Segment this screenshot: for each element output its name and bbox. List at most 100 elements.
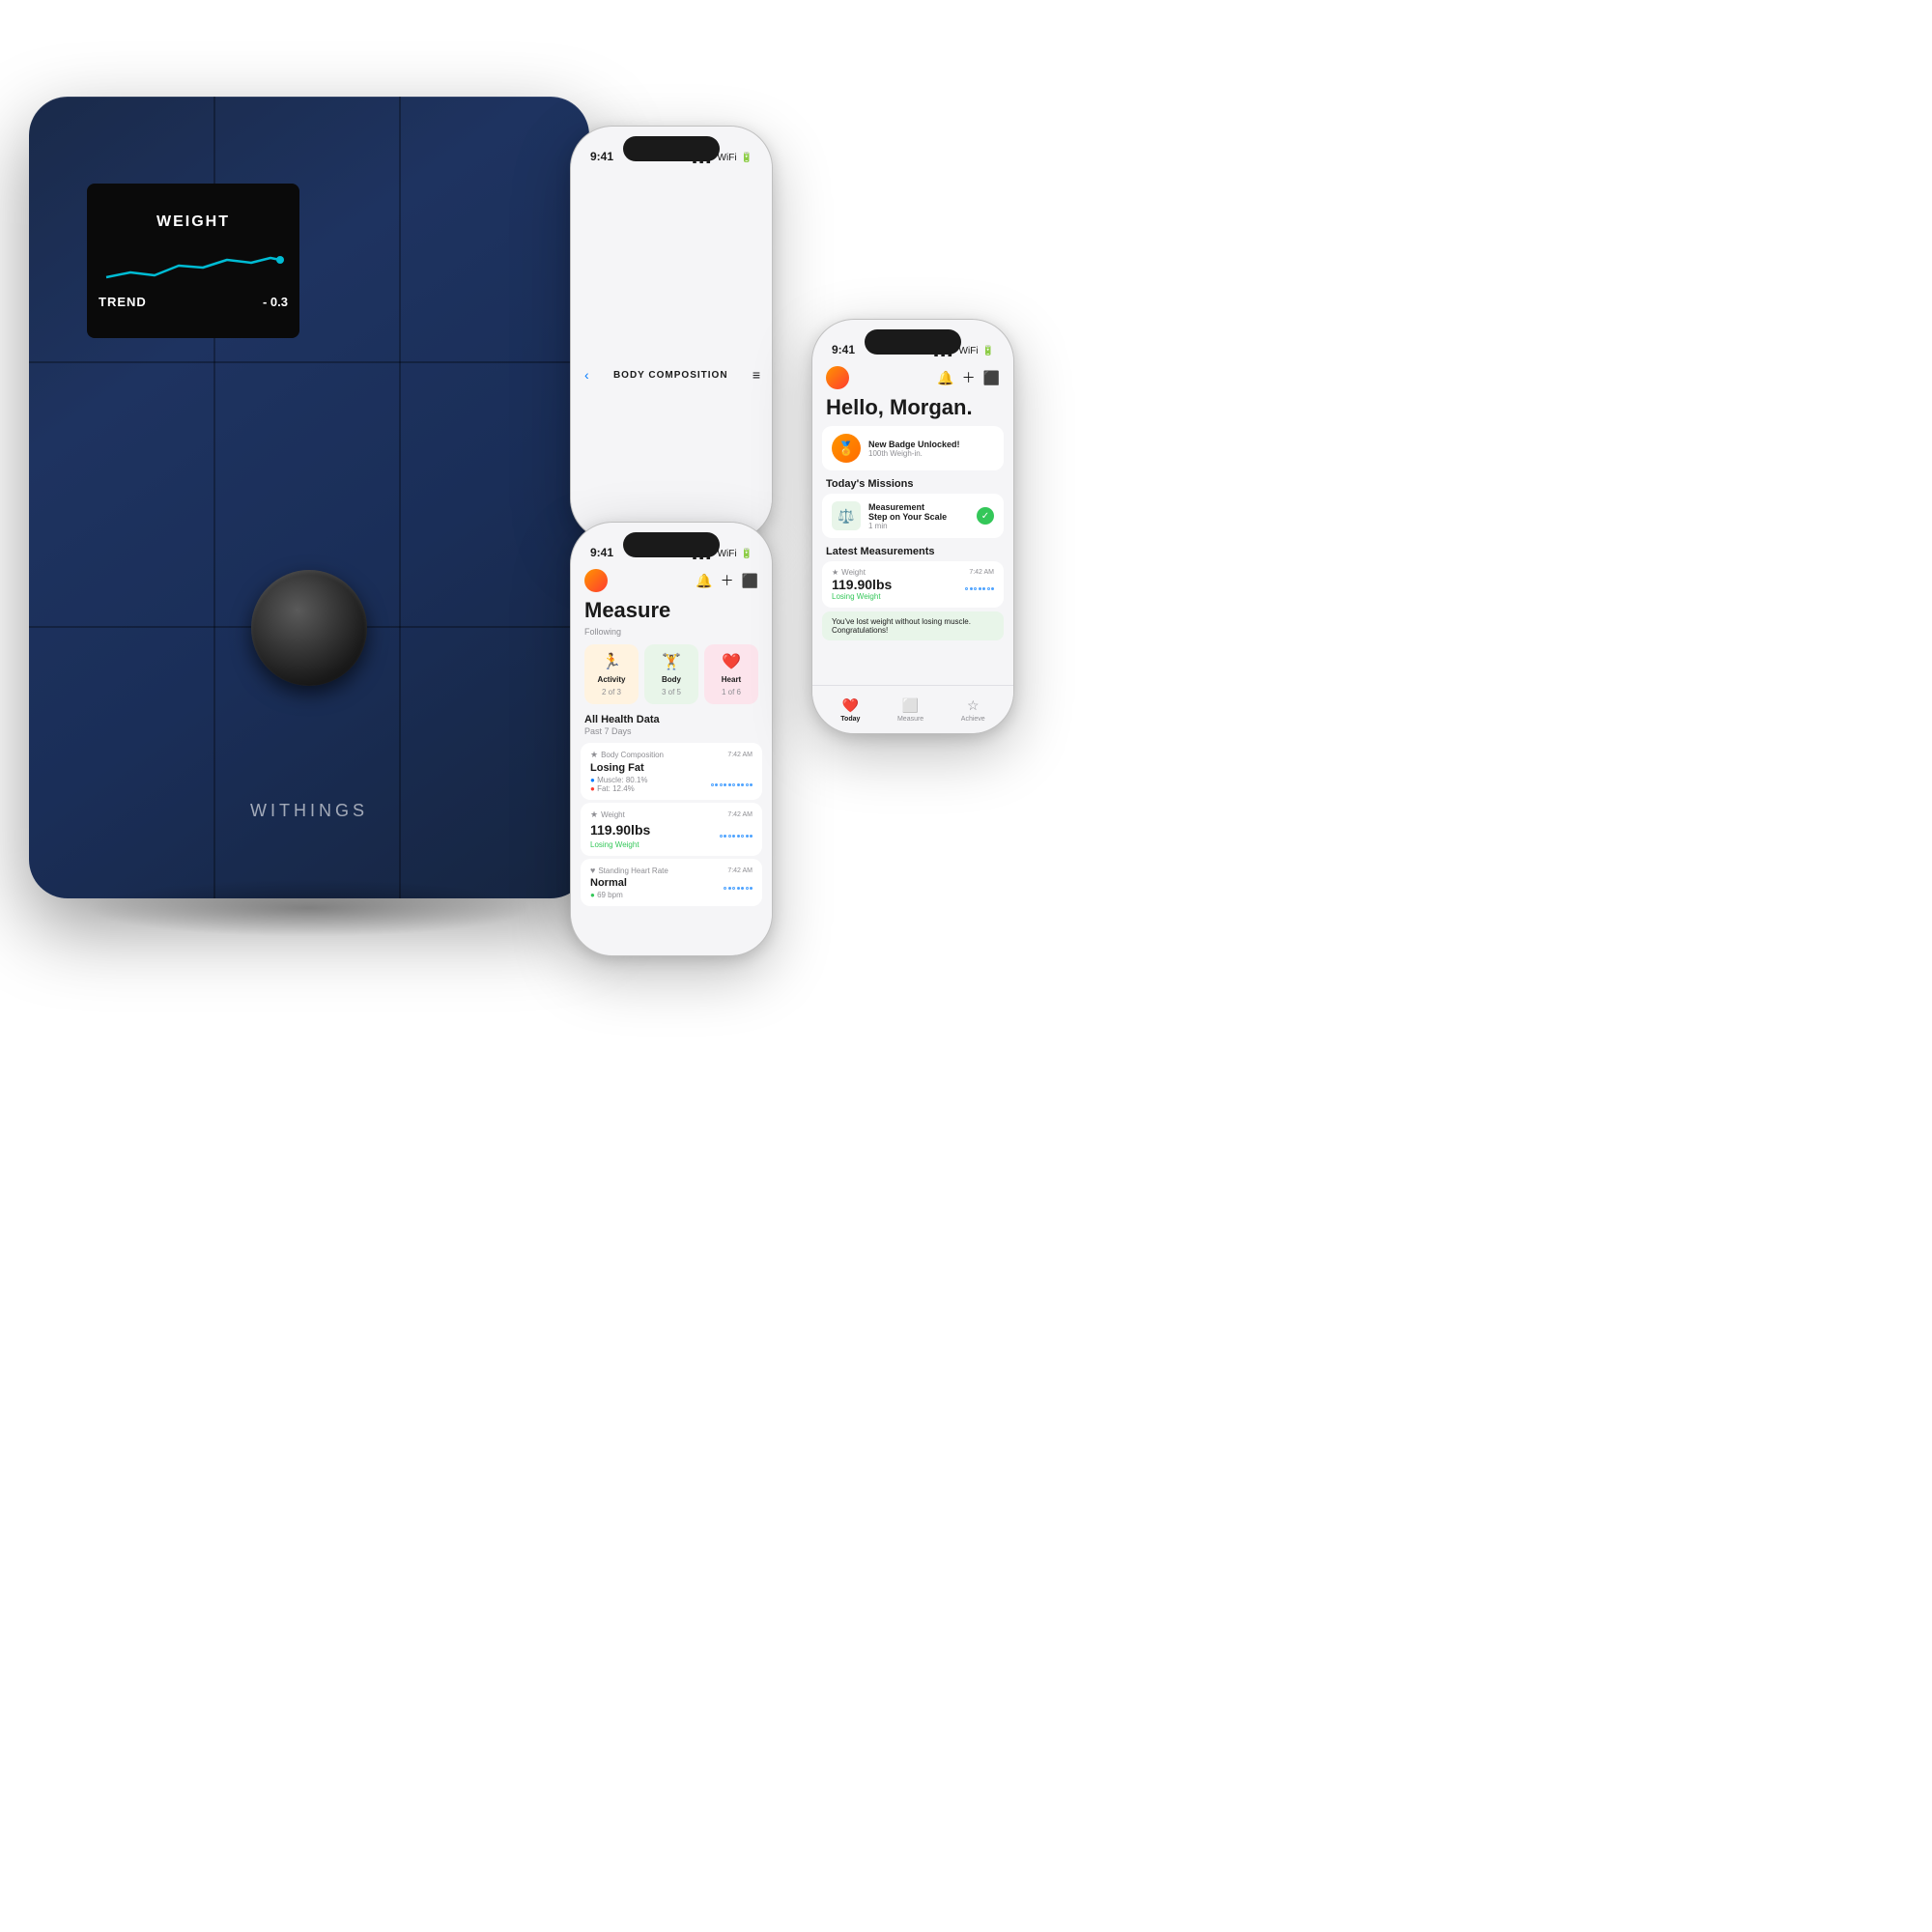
mission-card[interactable]: ⚖️ Measurement Step on Your Scale 1 min …: [822, 494, 1004, 538]
phone3-time: 9:41: [832, 343, 855, 356]
achieve-tab-icon: ☆: [967, 697, 980, 714]
health-card-heart-rate[interactable]: ♥ Standing Heart Rate 7:42 AM Normal ● 6…: [581, 859, 762, 906]
mission-text: Measurement Step on Your Scale 1 min: [868, 502, 969, 530]
mission-check: ✓: [977, 507, 994, 525]
heart-rate-type-label: Standing Heart Rate: [598, 867, 668, 875]
battery-icon: 🔋: [741, 153, 753, 163]
battery-icon: 🔋: [982, 346, 994, 356]
following-label: Following: [571, 627, 772, 640]
home-avatar[interactable]: [826, 366, 849, 389]
heart-name: Heart: [722, 675, 741, 684]
home-health-icon[interactable]: ⬛: [983, 370, 1000, 386]
heart-rate-sub: ● 69 bpm: [590, 891, 627, 899]
home-header-icons: 🔔 ＋ ⬛: [937, 368, 1000, 387]
body-comp-sparkline: [711, 783, 753, 786]
achieve-tab-label: Achieve: [961, 716, 985, 723]
home-header: 🔔 ＋ ⬛: [812, 362, 1013, 395]
measure-header: 🔔 ＋ ⬛: [571, 565, 772, 598]
weight-status: Losing Weight: [590, 840, 650, 849]
body-count: 3 of 5: [662, 688, 681, 696]
body-name: Body: [662, 675, 681, 684]
badge-card[interactable]: 🏅 New Badge Unlocked! 100th Weigh-in.: [822, 426, 1004, 470]
latest-label: Latest Measurements: [812, 546, 1013, 561]
latest-weight-type: ★ Weight: [832, 568, 866, 577]
weight-type-icon: ★: [590, 810, 598, 820]
scale-trend-value: - 0.3: [263, 295, 288, 309]
menu-icon[interactable]: ≡: [753, 367, 760, 383]
activity-icon: 🏃: [602, 652, 621, 671]
body-comp-title: Losing Fat: [590, 762, 753, 774]
tab-today[interactable]: ❤️ Today: [840, 697, 860, 723]
weight-sparkline: [720, 835, 753, 838]
weight-type-label: Weight: [601, 810, 625, 819]
badge-text: New Badge Unlocked! 100th Weigh-in.: [868, 440, 994, 458]
scale: WEIGHT TREND - 0.3 WITHINGS: [29, 97, 589, 898]
phone2-notch: [623, 532, 720, 557]
activity-count: 2 of 3: [602, 688, 621, 696]
past-label: Past 7 Days: [571, 725, 772, 740]
body-comp-type-icon: ★: [590, 750, 598, 760]
all-health-label: All Health Data: [571, 708, 772, 725]
heart-rate-type-icon: ♥: [590, 866, 595, 875]
congrats-text: You've lost weight without losing muscle…: [832, 617, 994, 635]
category-row: 🏃 Activity 2 of 3 🏋️ Body 3 of 5 ❤️ Hear…: [571, 640, 772, 708]
bell-icon[interactable]: 🔔: [696, 573, 712, 589]
tab-measure[interactable]: ⬜ Measure: [897, 697, 923, 723]
heart-rate-title: Normal: [590, 877, 627, 889]
wifi-icon: WiFi: [718, 549, 737, 559]
today-tab-label: Today: [840, 716, 860, 723]
body-comp-type-label: Body Composition: [601, 751, 664, 759]
scale-icon: ⚖️: [838, 508, 854, 525]
phone1-notch: [623, 136, 720, 161]
tab-achieve[interactable]: ☆ Achieve: [961, 697, 985, 723]
today-tab-icon: ❤️: [842, 697, 859, 714]
badge-sub: 100th Weigh-in.: [868, 449, 994, 458]
mission-type: Measurement: [868, 502, 969, 512]
greeting-text: Hello, Morgan.: [812, 395, 1013, 426]
phone1-time: 9:41: [590, 150, 613, 163]
category-heart[interactable]: ❤️ Heart 1 of 6: [704, 644, 758, 704]
badge-title: New Badge Unlocked!: [868, 440, 994, 449]
scale-screen-title: WEIGHT: [156, 213, 230, 231]
health-card-body-comp[interactable]: ★ Body Composition 7:42 AM Losing Fat ● …: [581, 743, 762, 800]
weight-time: 7:42 AM: [727, 811, 753, 818]
body-comp-sub1: ● Muscle: 80.1%: [590, 776, 648, 784]
home-bell-icon[interactable]: 🔔: [937, 370, 953, 386]
phone3-notch: [865, 329, 961, 355]
body-comp-sub2: ● Fat: 12.4%: [590, 784, 648, 793]
health-card-weight[interactable]: ★ Weight 7:42 AM 119.90lbs Losing Weight: [581, 803, 762, 856]
latest-weight-card[interactable]: ★ Weight 7:42 AM 119.90lbs Losing Weight: [822, 561, 1004, 608]
category-activity[interactable]: 🏃 Activity 2 of 3: [584, 644, 639, 704]
plus-icon[interactable]: ＋: [721, 571, 734, 590]
home-tab-bar: ❤️ Today ⬜ Measure ☆ Achieve: [812, 685, 1013, 733]
mission-step-title: Step on Your Scale: [868, 512, 969, 522]
heart-icon: ❤️: [722, 652, 741, 671]
scale-chart-svg: [101, 239, 285, 287]
heart-count: 1 of 6: [722, 688, 741, 696]
missions-label: Today's Missions: [812, 478, 1013, 494]
mission-time: 1 min: [868, 522, 969, 530]
health-icon[interactable]: ⬛: [742, 573, 758, 589]
user-avatar[interactable]: [584, 569, 608, 592]
scale-trend-row: TREND - 0.3: [99, 295, 288, 309]
phone1-title: BODY COMPOSITION: [589, 370, 753, 381]
measure-tab-icon: ⬜: [902, 697, 919, 714]
scale-screen: WEIGHT TREND - 0.3: [87, 184, 299, 338]
wifi-icon: WiFi: [718, 153, 737, 163]
badge-icon: 🏅: [832, 434, 861, 463]
phone-measure: 9:41 ▌▌▌ WiFi 🔋 🔔 ＋ ⬛ Measure Following …: [570, 522, 773, 956]
latest-weight-value: 119.90lbs: [832, 577, 892, 592]
home-plus-icon[interactable]: ＋: [962, 368, 976, 387]
measure-tab-label: Measure: [897, 716, 923, 723]
scale-knob: [251, 570, 367, 686]
measure-header-icons: 🔔 ＋ ⬛: [696, 571, 758, 590]
measure-title: Measure: [571, 598, 772, 627]
weight-value: 119.90lbs: [590, 822, 650, 838]
scale-brand: WITHINGS: [250, 801, 368, 821]
latest-weight-time: 7:42 AM: [969, 569, 994, 576]
phone-body-composition: 9:41 ▌▌▌ WiFi 🔋 ‹ BODY COMPOSITION ≡ Day…: [570, 126, 773, 541]
body-comp-time: 7:42 AM: [727, 752, 753, 758]
category-body[interactable]: 🏋️ Body 3 of 5: [644, 644, 698, 704]
heart-rate-sparkline: [724, 887, 753, 890]
activity-name: Activity: [598, 675, 626, 684]
